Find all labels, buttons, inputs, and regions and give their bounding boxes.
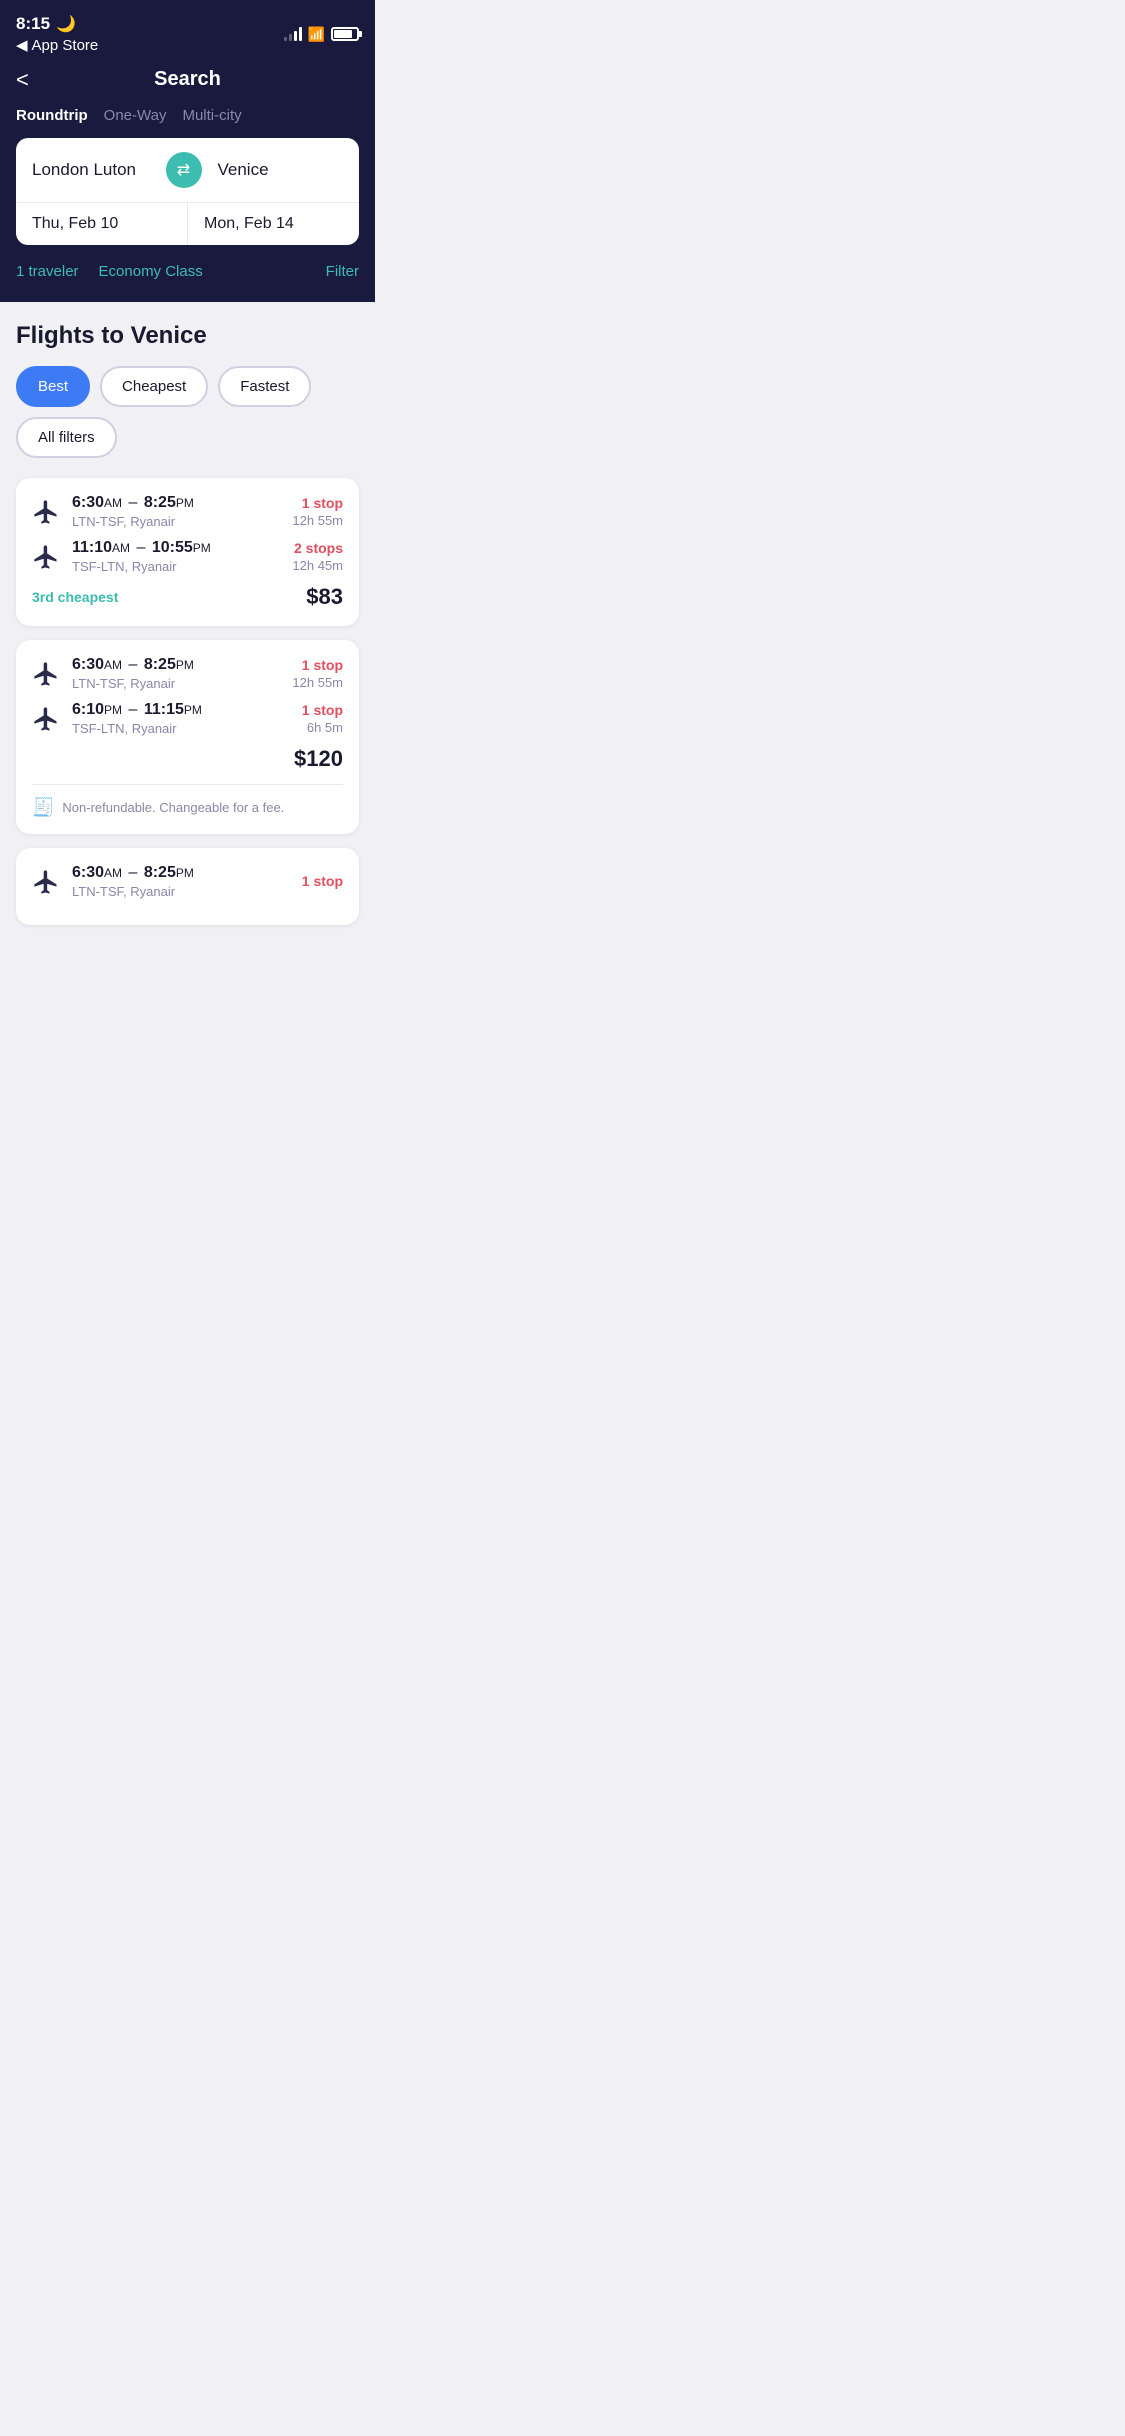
section-title: Flights to Venice (16, 322, 359, 350)
tab-oneway[interactable]: One-Way (104, 107, 167, 124)
cabin-class-selector[interactable]: Economy Class (99, 263, 203, 280)
flight-info-2: 11:10AM – 10:55PM TSF-LTN, Ryanair (72, 539, 292, 574)
tab-multicity[interactable]: Multi-city (182, 107, 241, 124)
flight-stops-1: 1 stop 12h 55m (292, 495, 343, 528)
flight-route-5: LTN-TSF, Ryanair (72, 884, 302, 899)
price-2: $120 (294, 746, 343, 771)
signal-bars-icon (284, 27, 302, 41)
flight-time-1: 6:30AM – 8:25PM (72, 494, 292, 512)
airport-row: London Luton ⇄ Venice (16, 138, 359, 202)
flight-duration-2: 12h 45m (292, 558, 343, 573)
back-button[interactable]: < (16, 67, 29, 93)
flight-stops-4: 1 stop 6h 5m (302, 702, 343, 735)
flight-route-3: LTN-TSF, Ryanair (72, 676, 292, 691)
moon-icon: 🌙 (56, 14, 76, 34)
status-store[interactable]: ◀ App Store (16, 36, 98, 54)
flight-stops-5: 1 stop (302, 873, 343, 891)
flight-time-3: 6:30AM – 8:25PM (72, 656, 292, 674)
plane-icon-4 (32, 705, 60, 733)
refund-text: Non-refundable. Changeable for a fee. (62, 800, 284, 815)
flight-card-2[interactable]: 6:30AM – 8:25PM LTN-TSF, Ryanair 1 stop … (16, 640, 359, 834)
stops-badge-3: 1 stop (292, 657, 343, 673)
filter-button[interactable]: Filter (326, 263, 359, 280)
plane-icon-2 (32, 543, 60, 571)
flight-info-3: 6:30AM – 8:25PM LTN-TSF, Ryanair (72, 656, 292, 691)
plane-icon-3 (32, 660, 60, 688)
from-airport-input[interactable]: London Luton (32, 160, 158, 180)
flight-route-4: TSF-LTN, Ryanair (72, 721, 302, 736)
flight-leg-2: 11:10AM – 10:55PM TSF-LTN, Ryanair 2 sto… (32, 539, 343, 574)
filter-row: 1 traveler Economy Class Filter (16, 257, 359, 286)
plane-icon-5 (32, 868, 60, 896)
sort-tabs: Best Cheapest Fastest All filters (16, 366, 359, 458)
plane-icon (32, 498, 60, 526)
flight-leg-4: 6:10PM – 11:15PM TSF-LTN, Ryanair 1 stop… (32, 701, 343, 736)
sort-tab-allfilters[interactable]: All filters (16, 417, 117, 458)
flight-leg-3: 6:30AM – 8:25PM LTN-TSF, Ryanair 1 stop … (32, 656, 343, 691)
main-content: Flights to Venice Best Cheapest Fastest … (0, 302, 375, 959)
flight-stops-2: 2 stops 12h 45m (292, 540, 343, 573)
sort-tab-best[interactable]: Best (16, 366, 90, 407)
refund-icon: 🧾 (32, 797, 54, 818)
cheapest-label-1: 3rd cheapest (32, 589, 118, 605)
stops-badge-1: 1 stop (292, 495, 343, 511)
flight-route-2: TSF-LTN, Ryanair (72, 559, 292, 574)
flight-duration-4: 6h 5m (302, 720, 343, 735)
status-left: 8:15 🌙 ◀ App Store (16, 14, 98, 54)
price-section-2: $120 (32, 746, 343, 772)
swap-icon: ⇄ (177, 160, 190, 180)
date-row: Thu, Feb 10 Mon, Feb 14 (16, 202, 359, 245)
tab-roundtrip[interactable]: Roundtrip (16, 107, 88, 124)
flight-card-3[interactable]: 6:30AM – 8:25PM LTN-TSF, Ryanair 1 stop (16, 848, 359, 925)
wifi-icon: 📶 (308, 26, 325, 43)
flight-stops-3: 1 stop 12h 55m (292, 657, 343, 690)
to-airport-input[interactable]: Venice (210, 160, 344, 180)
flight-time-2: 11:10AM – 10:55PM (72, 539, 292, 557)
stops-badge-5: 1 stop (302, 873, 343, 889)
status-bar: 8:15 🌙 ◀ App Store 📶 (0, 0, 375, 60)
header: < Search Roundtrip One-Way Multi-city Lo… (0, 60, 375, 302)
page-title: Search (154, 68, 221, 91)
flight-time-5: 6:30AM – 8:25PM (72, 864, 302, 882)
card-divider (32, 784, 343, 785)
flight-info-1: 6:30AM – 8:25PM LTN-TSF, Ryanair (72, 494, 292, 529)
flight-route-1: LTN-TSF, Ryanair (72, 514, 292, 529)
flight-time-4: 6:10PM – 11:15PM (72, 701, 302, 719)
price-1: $83 (306, 584, 343, 610)
header-nav: < Search (16, 68, 359, 91)
flight-duration-1: 12h 55m (292, 513, 343, 528)
search-fields: London Luton ⇄ Venice Thu, Feb 10 Mon, F… (16, 138, 359, 245)
flight-duration-3: 12h 55m (292, 675, 343, 690)
sort-tab-fastest[interactable]: Fastest (218, 366, 311, 407)
flight-info-5: 6:30AM – 8:25PM LTN-TSF, Ryanair (72, 864, 302, 899)
flight-info-4: 6:10PM – 11:15PM TSF-LTN, Ryanair (72, 701, 302, 736)
flight-leg-1: 6:30AM – 8:25PM LTN-TSF, Ryanair 1 stop … (32, 494, 343, 529)
flight-card-1[interactable]: 6:30AM – 8:25PM LTN-TSF, Ryanair 1 stop … (16, 478, 359, 626)
stops-badge-4: 1 stop (302, 702, 343, 718)
battery-icon (331, 27, 359, 41)
back-chevron-icon: ◀ (16, 36, 28, 54)
card-footer-1: 3rd cheapest $83 (32, 584, 343, 610)
return-date-input[interactable]: Mon, Feb 14 (188, 203, 359, 245)
depart-date-input[interactable]: Thu, Feb 10 (16, 203, 188, 245)
stops-badge-2: 2 stops (292, 540, 343, 556)
refund-note: 🧾 Non-refundable. Changeable for a fee. (32, 797, 343, 818)
app-store-label: App Store (32, 37, 99, 54)
flight-leg-5: 6:30AM – 8:25PM LTN-TSF, Ryanair 1 stop (32, 864, 343, 899)
sort-tab-cheapest[interactable]: Cheapest (100, 366, 208, 407)
trip-type-tabs: Roundtrip One-Way Multi-city (16, 107, 359, 124)
status-right: 📶 (284, 26, 359, 43)
travelers-selector[interactable]: 1 traveler (16, 263, 79, 280)
swap-airports-button[interactable]: ⇄ (166, 152, 202, 188)
status-time: 8:15 (16, 14, 50, 34)
